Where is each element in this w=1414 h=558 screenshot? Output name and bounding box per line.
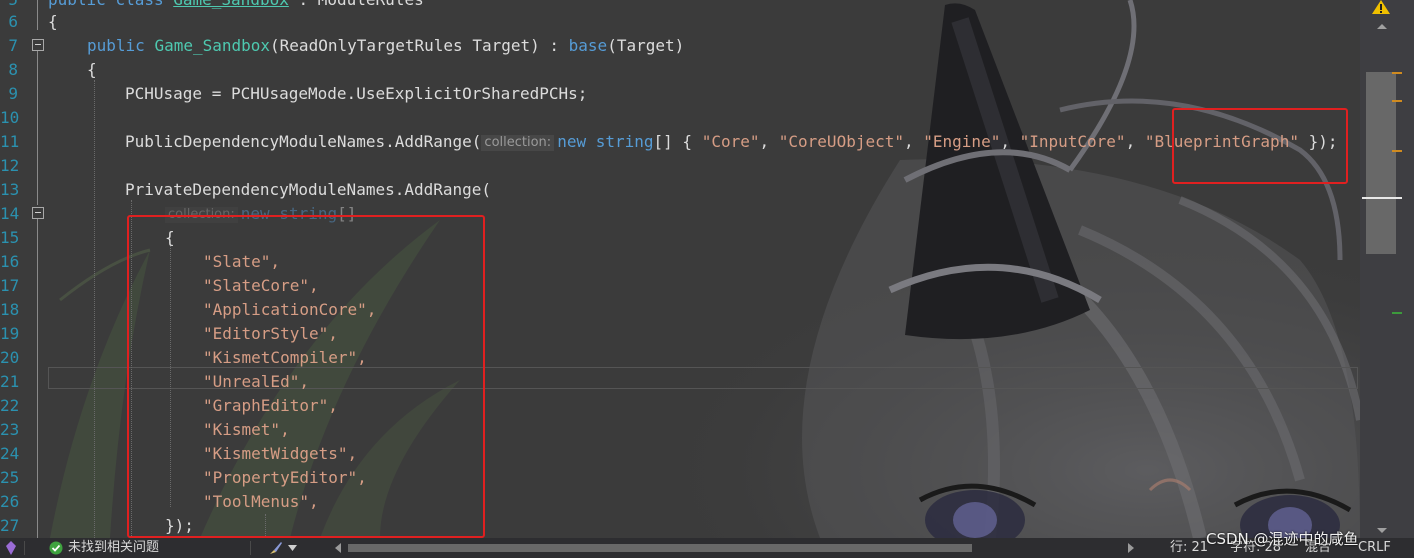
code-line-13: PrivateDependencyModuleNames.AddRange( xyxy=(125,180,492,199)
line-number: 27 xyxy=(0,516,20,535)
fold-guide xyxy=(37,51,38,205)
check-circle-icon xyxy=(49,541,63,555)
code-line-11: PublicDependencyModuleNames.AddRange(col… xyxy=(125,132,1338,151)
highlight-box-private-modules xyxy=(127,215,485,538)
line-number: 15 xyxy=(0,228,20,247)
change-marker xyxy=(1392,312,1402,314)
line-number: 7 xyxy=(8,36,18,55)
separator xyxy=(24,541,25,555)
change-marker xyxy=(1392,72,1402,74)
line-number: 25 xyxy=(0,468,20,487)
line-number: 14 xyxy=(0,204,20,223)
line-number: 12 xyxy=(0,156,20,175)
line-number: 24 xyxy=(0,444,20,463)
line-ending[interactable]: CRLF xyxy=(1358,538,1391,558)
status-bar: 未找到相关问题 行: 21 字符: 28 混合 CRLF xyxy=(0,538,1414,558)
line-number: 20 xyxy=(0,348,20,367)
ai-assist-icon[interactable] xyxy=(4,540,18,556)
line-number: 23 xyxy=(0,420,20,439)
code-line-8: { xyxy=(87,60,97,79)
code-line-6: { xyxy=(48,12,58,31)
code-line-9: PCHUsage = PCHUsageMode.UseExplicitOrSha… xyxy=(125,84,588,103)
code-line-5: public class Game_Sandbox : ModuleRules xyxy=(48,0,424,12)
scroll-up-arrow-icon[interactable] xyxy=(1377,24,1387,29)
line-number: 18 xyxy=(0,300,20,319)
line-number: 6 xyxy=(8,12,18,31)
scroll-down-arrow-icon[interactable] xyxy=(1377,528,1387,533)
separator xyxy=(250,541,251,555)
caret-position-marker xyxy=(1362,197,1402,199)
change-marker xyxy=(1392,150,1402,152)
parameter-hint: collection: xyxy=(481,135,555,151)
scroll-right-arrow-icon[interactable] xyxy=(1128,543,1134,553)
change-marker xyxy=(1392,100,1402,102)
line-number: 26 xyxy=(0,492,20,511)
line-indicator[interactable]: 行: 21 xyxy=(1170,538,1208,558)
line-number: 19 xyxy=(0,324,20,343)
fold-guide xyxy=(37,0,38,30)
highlight-box-blueprintgraph xyxy=(1172,108,1348,184)
issues-status[interactable]: 未找到相关问题 xyxy=(68,538,159,558)
line-number: 11 xyxy=(0,132,20,151)
line-number: 8 xyxy=(8,60,18,79)
line-number: 17 xyxy=(0,276,20,295)
watermark: CSDN @混迹中的咸鱼 xyxy=(1206,530,1359,548)
line-number: 9 xyxy=(8,84,18,103)
warning-icon[interactable] xyxy=(1372,0,1390,14)
brush-icon[interactable] xyxy=(268,540,284,556)
collapse-icon[interactable] xyxy=(32,207,44,219)
horizontal-scrollbar-thumb[interactable] xyxy=(348,544,972,552)
line-number: 10 xyxy=(0,108,20,127)
code-line-7: public Game_Sandbox(ReadOnlyTargetRules … xyxy=(87,36,685,55)
fold-guide xyxy=(37,219,38,538)
chevron-down-icon[interactable] xyxy=(288,545,297,551)
indent-guide xyxy=(94,80,95,538)
code-editor[interactable]: 5 6 7 8 9 10 11 12 13 14 15 16 17 18 19 … xyxy=(0,0,1360,538)
line-number: 16 xyxy=(0,252,20,271)
line-number-gutter: 5 6 7 8 9 10 11 12 13 14 15 16 17 18 19 … xyxy=(0,0,46,538)
scroll-left-arrow-icon[interactable] xyxy=(335,543,341,553)
collapse-icon[interactable] xyxy=(32,39,44,51)
line-number: 21 xyxy=(0,372,20,391)
line-number: 22 xyxy=(0,396,20,415)
line-number: 13 xyxy=(0,180,20,199)
